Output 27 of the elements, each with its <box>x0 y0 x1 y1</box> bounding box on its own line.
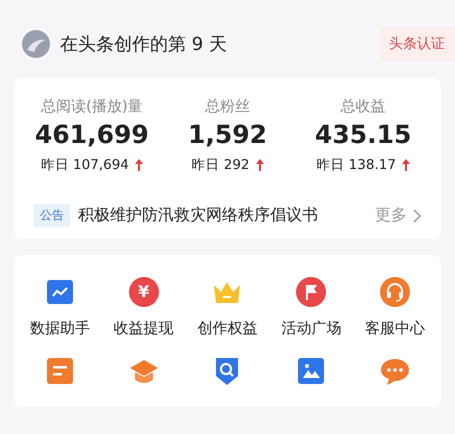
tool-label[interactable]: 客服中心 <box>365 319 426 338</box>
stat-value: 1,592 <box>188 119 268 151</box>
image-icon[interactable] <box>296 356 326 386</box>
stat-value: 435.15 <box>314 119 412 151</box>
yesterday-value: 昨日 107,694 <box>40 156 129 174</box>
page-title: 在头条创作的第 9 天 <box>60 33 228 56</box>
certification-badge[interactable]: 头条认证 <box>379 27 455 61</box>
chart-icon[interactable] <box>44 277 75 307</box>
chevron-right-icon <box>413 208 421 222</box>
stat-label: 总收益 <box>340 96 386 116</box>
headset-icon[interactable] <box>380 277 410 307</box>
stat-label: 总阅读(播放)量 <box>40 96 143 116</box>
notice-tag: 公告 <box>34 204 70 227</box>
tool-label[interactable]: 创作权益 <box>197 319 258 338</box>
notice-link[interactable]: 积极维护防汛救灾网络秩序倡议书 <box>78 205 375 226</box>
document-icon[interactable] <box>44 356 75 386</box>
yesterday-value: 昨日 292 <box>191 156 250 174</box>
stat-value: 461,699 <box>34 119 149 151</box>
flag-icon[interactable] <box>296 277 326 307</box>
yen-coin-icon[interactable]: ¥ <box>128 277 159 307</box>
stat-label: 总粉丝 <box>204 96 250 116</box>
avatar-icon <box>22 30 50 58</box>
chat-bubble-icon[interactable] <box>380 356 410 386</box>
tool-label[interactable]: 活动广场 <box>281 319 342 338</box>
tool-label[interactable]: 数据助手 <box>30 319 90 338</box>
tool-label[interactable]: 收益提现 <box>114 319 174 338</box>
yesterday-value: 昨日 138.17 <box>316 156 396 174</box>
